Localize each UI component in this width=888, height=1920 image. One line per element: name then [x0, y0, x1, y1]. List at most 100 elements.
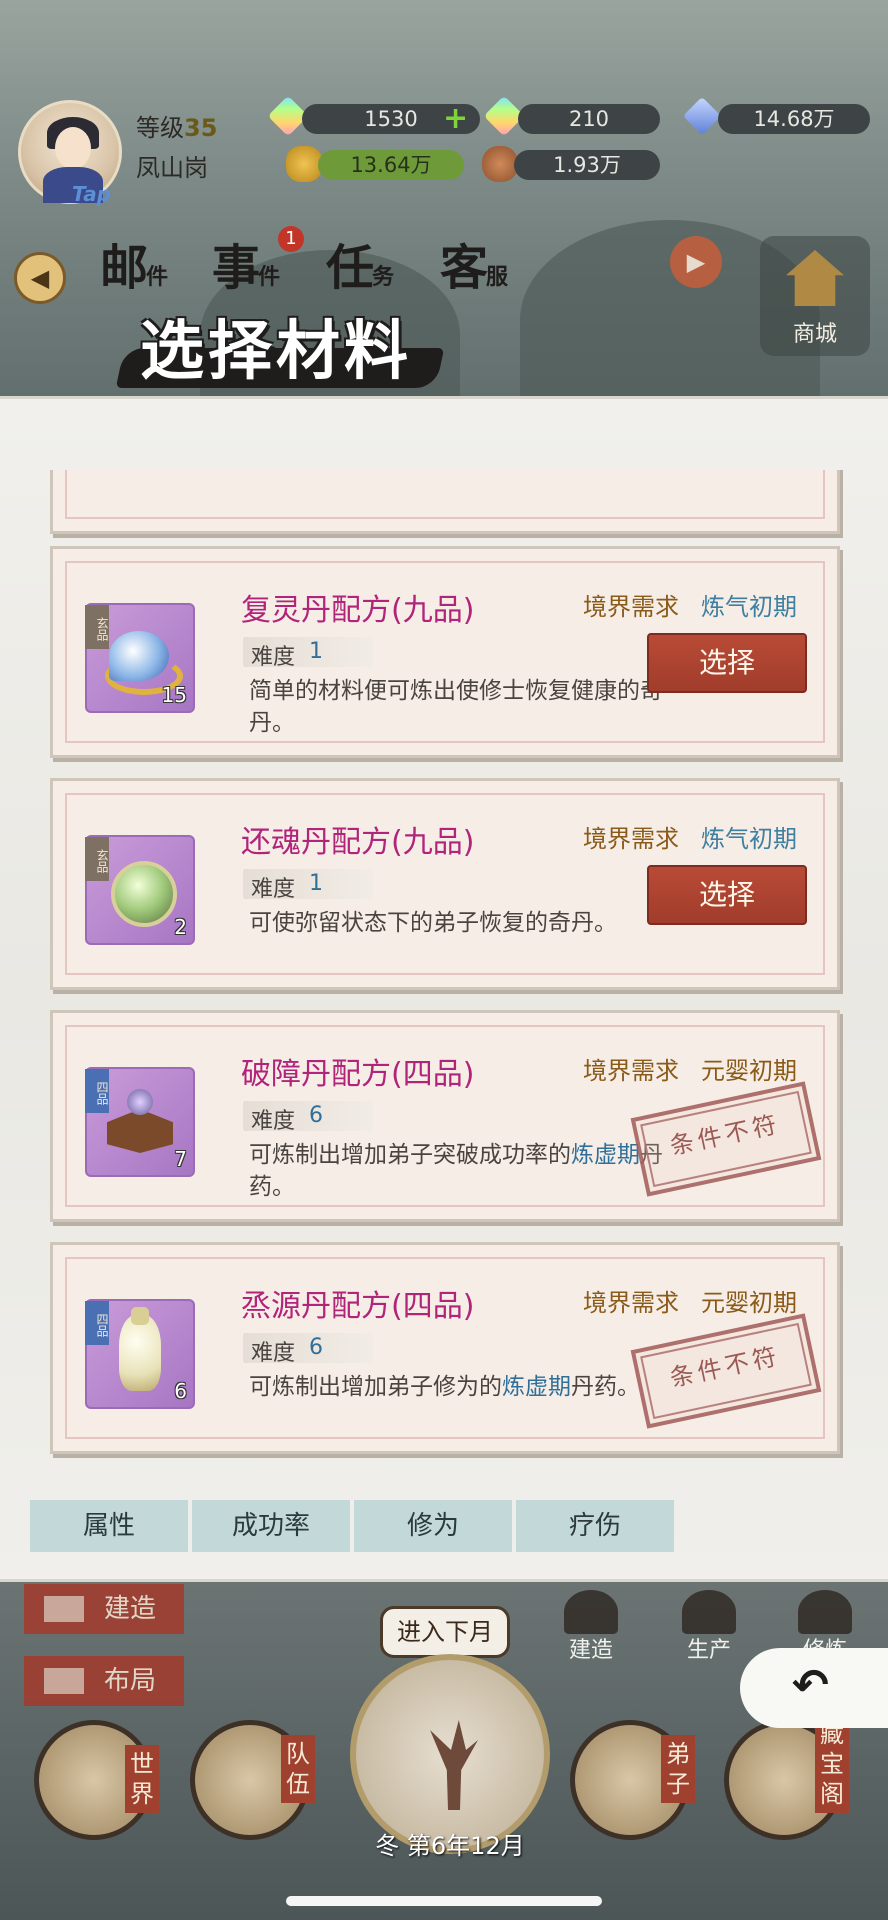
recipe-card: 四品 7 破障丹配方(四品) 境界需求 元婴初期 难度 6 可炼制出增加弟子突破… — [50, 1010, 840, 1222]
treasure-pavilion-label: 藏宝阁 — [815, 1715, 849, 1813]
tab-tasks[interactable]: 任务 — [326, 228, 394, 298]
unmet-condition-stamp: 条件不符 — [630, 1081, 822, 1197]
next-month-button[interactable]: 进入下月 — [380, 1606, 510, 1658]
recipe-card: 玄品 2 还魂丹配方(九品) 境界需求 炼气初期 难度 1 可使弥留状态下的弟子… — [50, 778, 840, 990]
tab-attribute[interactable]: 属性 — [30, 1500, 188, 1552]
difficulty-value: 6 — [309, 1335, 323, 1360]
pill-cauldron-icon — [107, 1109, 173, 1153]
mini-build-button[interactable]: 建造 — [546, 1590, 636, 1666]
spirit-pill-icon — [109, 631, 169, 681]
wheat-icon — [682, 1590, 736, 1634]
tab-success-rate[interactable]: 成功率 — [192, 1500, 350, 1552]
desc-highlight: 炼虚期 — [502, 1374, 571, 1400]
item-count: 7 — [174, 1147, 187, 1171]
item-count: 2 — [174, 915, 187, 939]
winter-tree-icon — [430, 1720, 478, 1810]
difficulty-value: 1 — [309, 871, 323, 896]
dialog-title: 选择材料 — [140, 314, 412, 389]
mini-label: 生产 — [686, 1638, 731, 1663]
tab-healing[interactable]: 疗伤 — [516, 1500, 674, 1552]
level-label: 等级 — [136, 114, 184, 142]
grade-tag: 玄品 — [85, 837, 109, 881]
desc-highlight: 炼虚期 — [571, 1142, 640, 1168]
select-button[interactable]: 选择 — [647, 865, 807, 925]
recipe-name: 烝源丹配方(四品) — [241, 1289, 475, 1324]
green-orb-icon — [111, 861, 177, 927]
realm-label: 境界需求 — [583, 593, 679, 621]
disciples-button[interactable]: 弟子 — [570, 1720, 695, 1840]
tab-main-char: 客 — [440, 240, 488, 296]
tab-mail[interactable]: 邮件 — [100, 228, 168, 298]
recipe-item-icon: 玄品 2 — [85, 835, 195, 945]
vase-neck — [131, 1307, 149, 1325]
recipe-item-icon: 四品 7 — [85, 1067, 195, 1177]
team-button[interactable]: 队伍 — [190, 1720, 315, 1840]
shop-button[interactable]: 商城 — [760, 236, 870, 356]
tab-sub-char: 件 — [258, 264, 281, 290]
recipe-description: 简单的材料便可炼出使修士恢复健康的奇丹。 — [249, 678, 663, 736]
medicine-vase-icon — [119, 1315, 161, 1391]
world-button[interactable]: 世界 — [34, 1720, 159, 1840]
layout-label: 布局 — [104, 1666, 157, 1696]
select-button[interactable]: 选择 — [647, 633, 807, 693]
realm-label: 境界需求 — [583, 1289, 679, 1317]
nav-right-arrow[interactable]: ▶ — [670, 236, 722, 288]
chevron-left-icon: ◀ — [30, 264, 50, 292]
recipe-description: 可炼制出增加弟子突破成功率的炼虚期丹药。 — [249, 1139, 669, 1203]
difficulty-label: 难度 — [251, 1109, 296, 1134]
mini-label: 建造 — [568, 1638, 613, 1663]
team-label: 队伍 — [281, 1735, 315, 1803]
resource-gem: 210 — [518, 104, 660, 134]
build-icon — [564, 1590, 618, 1634]
difficulty: 难度 1 — [243, 869, 373, 902]
world-label: 世界 — [125, 1745, 159, 1813]
resource-crystal: 14.68万 — [718, 104, 870, 134]
recipe-name: 还魂丹配方(九品) — [241, 825, 475, 860]
tab-sub-char: 件 — [146, 264, 169, 290]
build-icon — [44, 1596, 84, 1622]
realm-value: 炼气初期 — [701, 593, 797, 621]
recipe-item-icon: 玄品 15 — [85, 603, 195, 713]
realm-value: 炼气初期 — [701, 825, 797, 853]
tab-events[interactable]: 事件 — [212, 228, 280, 298]
desc-text: 丹药。 — [571, 1374, 640, 1400]
recipe-description: 可炼制出增加弟子修为的炼虚期丹药。 — [249, 1371, 669, 1403]
grade-tag: 玄品 — [85, 605, 109, 649]
season-dial[interactable] — [350, 1654, 550, 1854]
home-indicator[interactable] — [286, 1896, 602, 1906]
build-button[interactable]: 建造 — [24, 1584, 184, 1634]
layout-icon — [44, 1668, 84, 1694]
shop-building-icon — [786, 250, 844, 306]
sect-name: 凤山岗 — [136, 154, 208, 182]
tab-sub-char: 服 — [486, 264, 509, 290]
treasure-pavilion-button[interactable]: 藏宝阁 — [724, 1715, 849, 1840]
purple-orb-icon — [127, 1089, 153, 1115]
grade-tag: 四品 — [85, 1301, 109, 1345]
realm-value: 元婴初期 — [701, 1057, 797, 1085]
tab-cultivation[interactable]: 修为 — [354, 1500, 512, 1552]
difficulty-value: 6 — [309, 1103, 323, 1128]
layout-button[interactable]: 布局 — [24, 1656, 184, 1706]
chevron-right-icon: ▶ — [686, 248, 706, 276]
recipe-card: 玄品 15 复灵丹配方(九品) 境界需求 炼气初期 难度 1 简单的材料便可炼出… — [50, 546, 840, 758]
gold-ore-icon — [286, 146, 322, 182]
recipe-card: 四品 6 烝源丹配方(四品) 境界需求 元婴初期 难度 6 可炼制出增加弟子修为… — [50, 1242, 840, 1454]
recipe-name: 复灵丹配方(九品) — [241, 593, 475, 628]
recipe-item-icon: 四品 6 — [85, 1299, 195, 1409]
realm-value: 元婴初期 — [701, 1289, 797, 1317]
tap-badge[interactable]: Tap — [72, 182, 111, 206]
difficulty-label: 难度 — [251, 645, 296, 670]
item-count: 15 — [161, 683, 187, 707]
shop-label: 商城 — [792, 322, 837, 347]
difficulty: 难度 6 — [243, 1333, 373, 1366]
add-resource-plus-icon[interactable]: + — [443, 104, 468, 134]
meat-icon — [482, 146, 518, 182]
nav-left-arrow[interactable]: ◀ — [14, 252, 66, 304]
tab-support[interactable]: 客服 — [440, 228, 508, 298]
disciples-label: 弟子 — [661, 1735, 695, 1803]
level-value: 35 — [184, 114, 218, 142]
tab-main-char: 事 — [212, 240, 260, 296]
recipe-name: 破障丹配方(四品) — [241, 1057, 475, 1092]
recipe-list[interactable]: 玄品 15 复灵丹配方(九品) 境界需求 炼气初期 难度 1 简单的材料便可炼出… — [50, 470, 850, 1464]
mini-produce-button[interactable]: 生产 — [664, 1590, 754, 1666]
